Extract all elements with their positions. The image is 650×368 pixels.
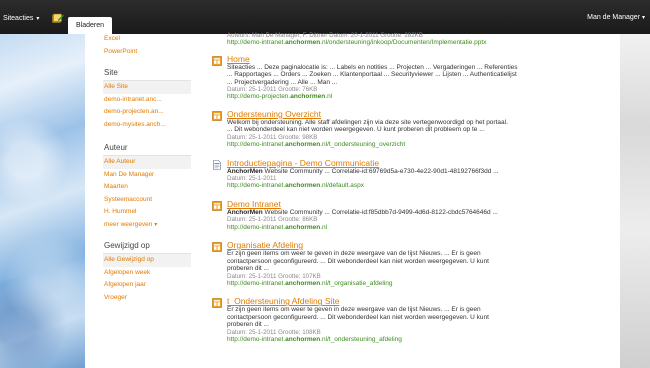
refiner-modified-item[interactable]: Vroeger [103, 292, 191, 305]
result-description: proberen dit ... [227, 321, 269, 329]
facet-heading-modified: Gewijzigd op [104, 241, 150, 250]
refiner-site-item[interactable]: demo-intranet.anc... [103, 94, 191, 107]
result-title-link[interactable]: Organisatie Afdeling [227, 240, 614, 250]
refinement-panel: Excel PowerPoint Site Alle Site demo-int… [103, 34, 191, 364]
chevron-down-icon: ▾ [154, 221, 158, 228]
sharepoint-site-icon [212, 298, 222, 309]
result-description: AnchorMen Website Community ... Correlat… [227, 167, 499, 175]
show-more-authors-link[interactable]: meer weergeven ▾ [103, 219, 191, 232]
result-meta: Datum: 25-1-2011 Grootte: 86KB [227, 216, 318, 224]
refiner-modified-item[interactable]: Afgelopen week [103, 267, 191, 280]
refiner-author-all[interactable]: Alle Auteur [103, 156, 191, 169]
refiner-modified-item[interactable]: Afgelopen jaar [103, 279, 191, 292]
result-title-link[interactable]: Home [227, 54, 614, 64]
result-description: Siteacties ... Deze paginalocatie is: ..… [227, 63, 518, 71]
result-description: AnchorMen Website Community ... Correlat… [227, 208, 498, 216]
refiner-site-item[interactable]: demo-projecten.an... [103, 106, 191, 119]
refiner-author-item[interactable]: Man De Manager [103, 169, 191, 182]
result-meta: Datum: 25-1-2011 [227, 175, 277, 183]
user-menu[interactable]: Man de Manager ▾ [587, 14, 645, 21]
search-results: Auteurs: Man De Manager, F. Dittner Datu… [209, 32, 614, 343]
sharepoint-site-icon [212, 111, 222, 121]
facet-heading-author: Auteur [104, 143, 128, 152]
tab-browse[interactable]: Bladeren [68, 17, 112, 34]
search-result: Introductiepagina - Demo Communicatie An… [209, 158, 614, 190]
web-page-icon [213, 159, 221, 170]
result-meta: Datum: 25-1-2011 Grootte: 108KB [227, 328, 321, 336]
search-result: t_Ondersteuning Afdeling Site Er zijn ge… [209, 296, 614, 343]
ribbon-bar: Siteacties ▾ Bladeren Man de Manager ▾ [0, 0, 650, 34]
result-url[interactable]: http://demo-intranet.anchormen.nl [227, 224, 614, 232]
edit-page-icon[interactable] [52, 13, 64, 23]
search-result: Ondersteuning Overzicht Welkom bij onder… [209, 109, 614, 149]
result-title-link[interactable]: t_Ondersteuning Afdeling Site [227, 296, 614, 306]
result-url[interactable]: http://demo-intranet.anchormen.nl/t_onde… [227, 336, 614, 344]
result-description: Er zijn geen items om weer te geven in d… [227, 306, 481, 314]
main-content: Excel PowerPoint Site Alle Site demo-int… [85, 32, 620, 368]
facet-site: Alle Site demo-intranet.anc... demo-proj… [103, 80, 191, 131]
result-description: contactpersoon geconfigureerd. ... Dit w… [227, 257, 489, 265]
refiner-site-all[interactable]: Alle Site [103, 81, 191, 94]
result-meta: Auteurs: Man De Manager, F. Dittner Datu… [227, 32, 423, 39]
refiner-excel[interactable]: Excel [103, 33, 191, 46]
user-name: Man de Manager [587, 14, 641, 21]
result-title-link[interactable]: Demo Intranet [227, 199, 614, 209]
search-result: Home Siteacties ... Deze paginalocatie i… [209, 54, 614, 101]
facet-modified: Alle Gewijzigd op Afgelopen week Afgelop… [103, 253, 191, 304]
chevron-down-icon: ▾ [36, 16, 40, 22]
result-description: ... Projectvergadering ... Alle ... Man … [227, 78, 338, 86]
result-description: Er zijn geen items om weer te geven in d… [227, 250, 481, 258]
facet-author: Alle Auteur Man De Manager Maarten Syste… [103, 155, 191, 231]
result-description: ... Rapportages ... Orders ... Zoeken ..… [227, 71, 517, 79]
result-url[interactable]: http://demo-intranet.anchormen.nl/onders… [227, 39, 614, 47]
result-description: ... Dit webonderdeel kan niet worden wee… [227, 126, 485, 134]
result-url[interactable]: http://demo-intranet.anchormen.nl/t_orga… [227, 280, 614, 288]
result-meta: Datum: 25-1-2011 Grootte: 107KB [227, 272, 321, 280]
result-description: Welkom bij ondersteuning. Alle staff afd… [227, 118, 508, 126]
site-actions-label: Siteacties [3, 15, 34, 22]
refiner-powerpoint[interactable]: PowerPoint [103, 46, 191, 59]
desktop-background-left [0, 22, 85, 368]
refiner-author-item[interactable]: Systeemaccount [103, 194, 191, 207]
sharepoint-site-icon [212, 55, 222, 66]
search-result: Demo Intranet AnchorMen Website Communit… [209, 199, 614, 231]
refiner-author-item[interactable]: Maarten [103, 181, 191, 194]
refiner-site-item[interactable]: demo-mysites.anch... [103, 119, 191, 132]
show-more-label: meer weergeven [104, 220, 153, 228]
refiner-modified-all[interactable]: Alle Gewijzigd op [103, 254, 191, 267]
result-description: proberen dit ... [227, 265, 269, 273]
result-url[interactable]: http://demo-projecten.anchormen.nl [227, 93, 614, 101]
result-description: contactpersoon geconfigureerd. ... Dit w… [227, 313, 489, 321]
sharepoint-site-icon [212, 201, 222, 211]
result-title-link[interactable]: Ondersteuning Overzicht [227, 109, 614, 119]
refiner-author-item[interactable]: H. Hummel [103, 206, 191, 219]
chevron-down-icon: ▾ [641, 15, 645, 21]
search-result: Organisatie Afdeling Er zijn geen items … [209, 240, 614, 287]
facet-heading-site: Site [104, 68, 118, 77]
result-meta: Datum: 25-1-2011 Grootte: 98KB [227, 133, 318, 141]
desktop-background-right [620, 22, 650, 368]
search-result: Auteurs: Man De Manager, F. Dittner Datu… [209, 32, 614, 47]
site-actions-menu[interactable]: Siteacties ▾ [3, 15, 39, 22]
result-title-link[interactable]: Introductiepagina - Demo Communicatie [227, 158, 614, 168]
sharepoint-site-icon [212, 242, 222, 252]
result-url[interactable]: http://demo-intranet.anchormen.nl/t_onde… [227, 141, 614, 149]
result-url[interactable]: http://demo-intranet.anchormen.nl/defaul… [227, 182, 614, 190]
result-meta: Datum: 25-1-2011 Grootte: 76KB [227, 86, 318, 94]
